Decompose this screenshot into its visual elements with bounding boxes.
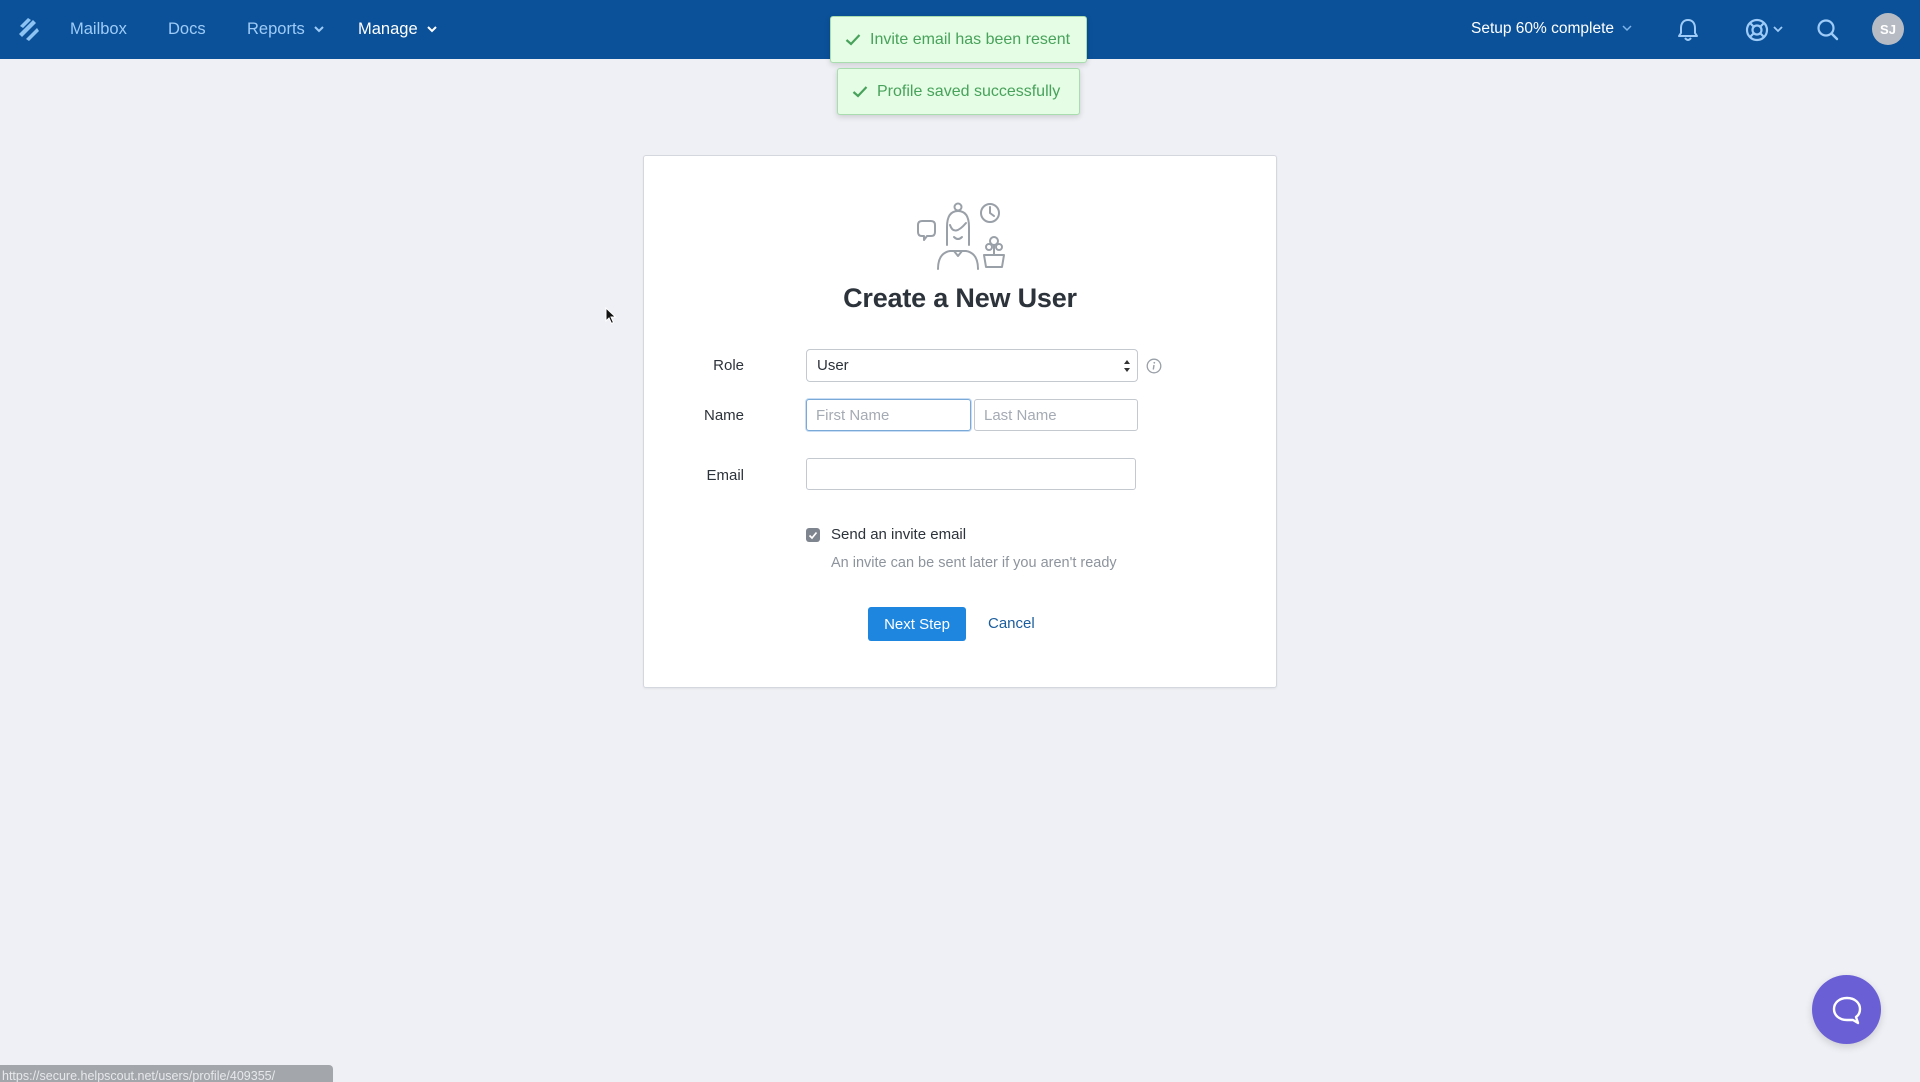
toast-profile-saved: Profile saved successfully bbox=[837, 68, 1080, 115]
chat-beacon-button[interactable] bbox=[1812, 975, 1881, 1044]
search-button[interactable] bbox=[1816, 0, 1840, 59]
last-name-input[interactable] bbox=[974, 399, 1138, 431]
help-menu-button[interactable] bbox=[1744, 0, 1783, 59]
info-icon[interactable] bbox=[1146, 358, 1162, 374]
chevron-down-icon bbox=[1773, 26, 1783, 33]
toast-message: Profile saved successfully bbox=[877, 82, 1061, 100]
search-icon bbox=[1817, 18, 1839, 40]
lifebuoy-icon bbox=[1745, 18, 1769, 41]
nav-docs-label: Docs bbox=[168, 20, 206, 38]
email-input[interactable] bbox=[806, 458, 1136, 490]
browser-status-url: https://secure.helpscout.net/users/profi… bbox=[0, 1065, 333, 1082]
mouse-cursor-icon bbox=[605, 307, 617, 325]
role-select[interactable]: User bbox=[806, 349, 1138, 382]
role-label: Role bbox=[713, 357, 744, 374]
next-step-button[interactable]: Next Step bbox=[868, 607, 966, 641]
nav-docs[interactable]: Docs bbox=[168, 0, 206, 59]
toast-invite-resent: Invite email has been resent bbox=[830, 16, 1087, 63]
bell-icon bbox=[1678, 18, 1698, 41]
toast-message: Invite email has been resent bbox=[870, 30, 1071, 48]
select-arrows-icon bbox=[1124, 360, 1130, 372]
send-invite-checkbox[interactable] bbox=[806, 528, 820, 542]
nav-manage-label: Manage bbox=[358, 20, 418, 38]
cancel-button[interactable]: Cancel bbox=[988, 607, 1035, 641]
send-invite-label[interactable]: Send an invite email bbox=[831, 526, 966, 543]
nav-reports[interactable]: Reports bbox=[247, 0, 325, 59]
notifications-button[interactable] bbox=[1676, 0, 1700, 59]
avatar[interactable]: SJ bbox=[1872, 13, 1904, 45]
chevron-down-icon bbox=[1622, 25, 1632, 32]
checkmark-icon bbox=[845, 34, 861, 46]
first-name-input[interactable] bbox=[806, 399, 971, 431]
role-select-value: User bbox=[817, 357, 849, 374]
email-label: Email bbox=[706, 467, 744, 484]
support-agent-illustration-icon bbox=[917, 202, 1005, 270]
checkmark-icon bbox=[808, 531, 818, 539]
page-title: Create a New User bbox=[843, 283, 1077, 313]
chevron-down-icon bbox=[314, 26, 325, 33]
chat-bubble-icon bbox=[1832, 996, 1861, 1024]
checkmark-icon bbox=[852, 86, 868, 98]
create-user-card: Create a New User Role User Name Email S… bbox=[643, 155, 1277, 688]
chevron-down-icon bbox=[427, 26, 437, 33]
send-invite-help-text: An invite can be sent later if you aren'… bbox=[831, 555, 1117, 571]
setup-progress-label: Setup 60% complete bbox=[1471, 20, 1615, 37]
setup-progress-dropdown[interactable]: Setup 60% complete bbox=[1471, 0, 1632, 59]
name-label: Name bbox=[703, 407, 744, 424]
nav-reports-label: Reports bbox=[247, 20, 305, 38]
logo-icon[interactable] bbox=[17, 16, 41, 42]
nav-manage[interactable]: Manage bbox=[358, 0, 437, 59]
avatar-initials: SJ bbox=[1880, 21, 1896, 37]
nav-mailbox[interactable]: Mailbox bbox=[70, 0, 127, 59]
nav-mailbox-label: Mailbox bbox=[70, 20, 127, 38]
